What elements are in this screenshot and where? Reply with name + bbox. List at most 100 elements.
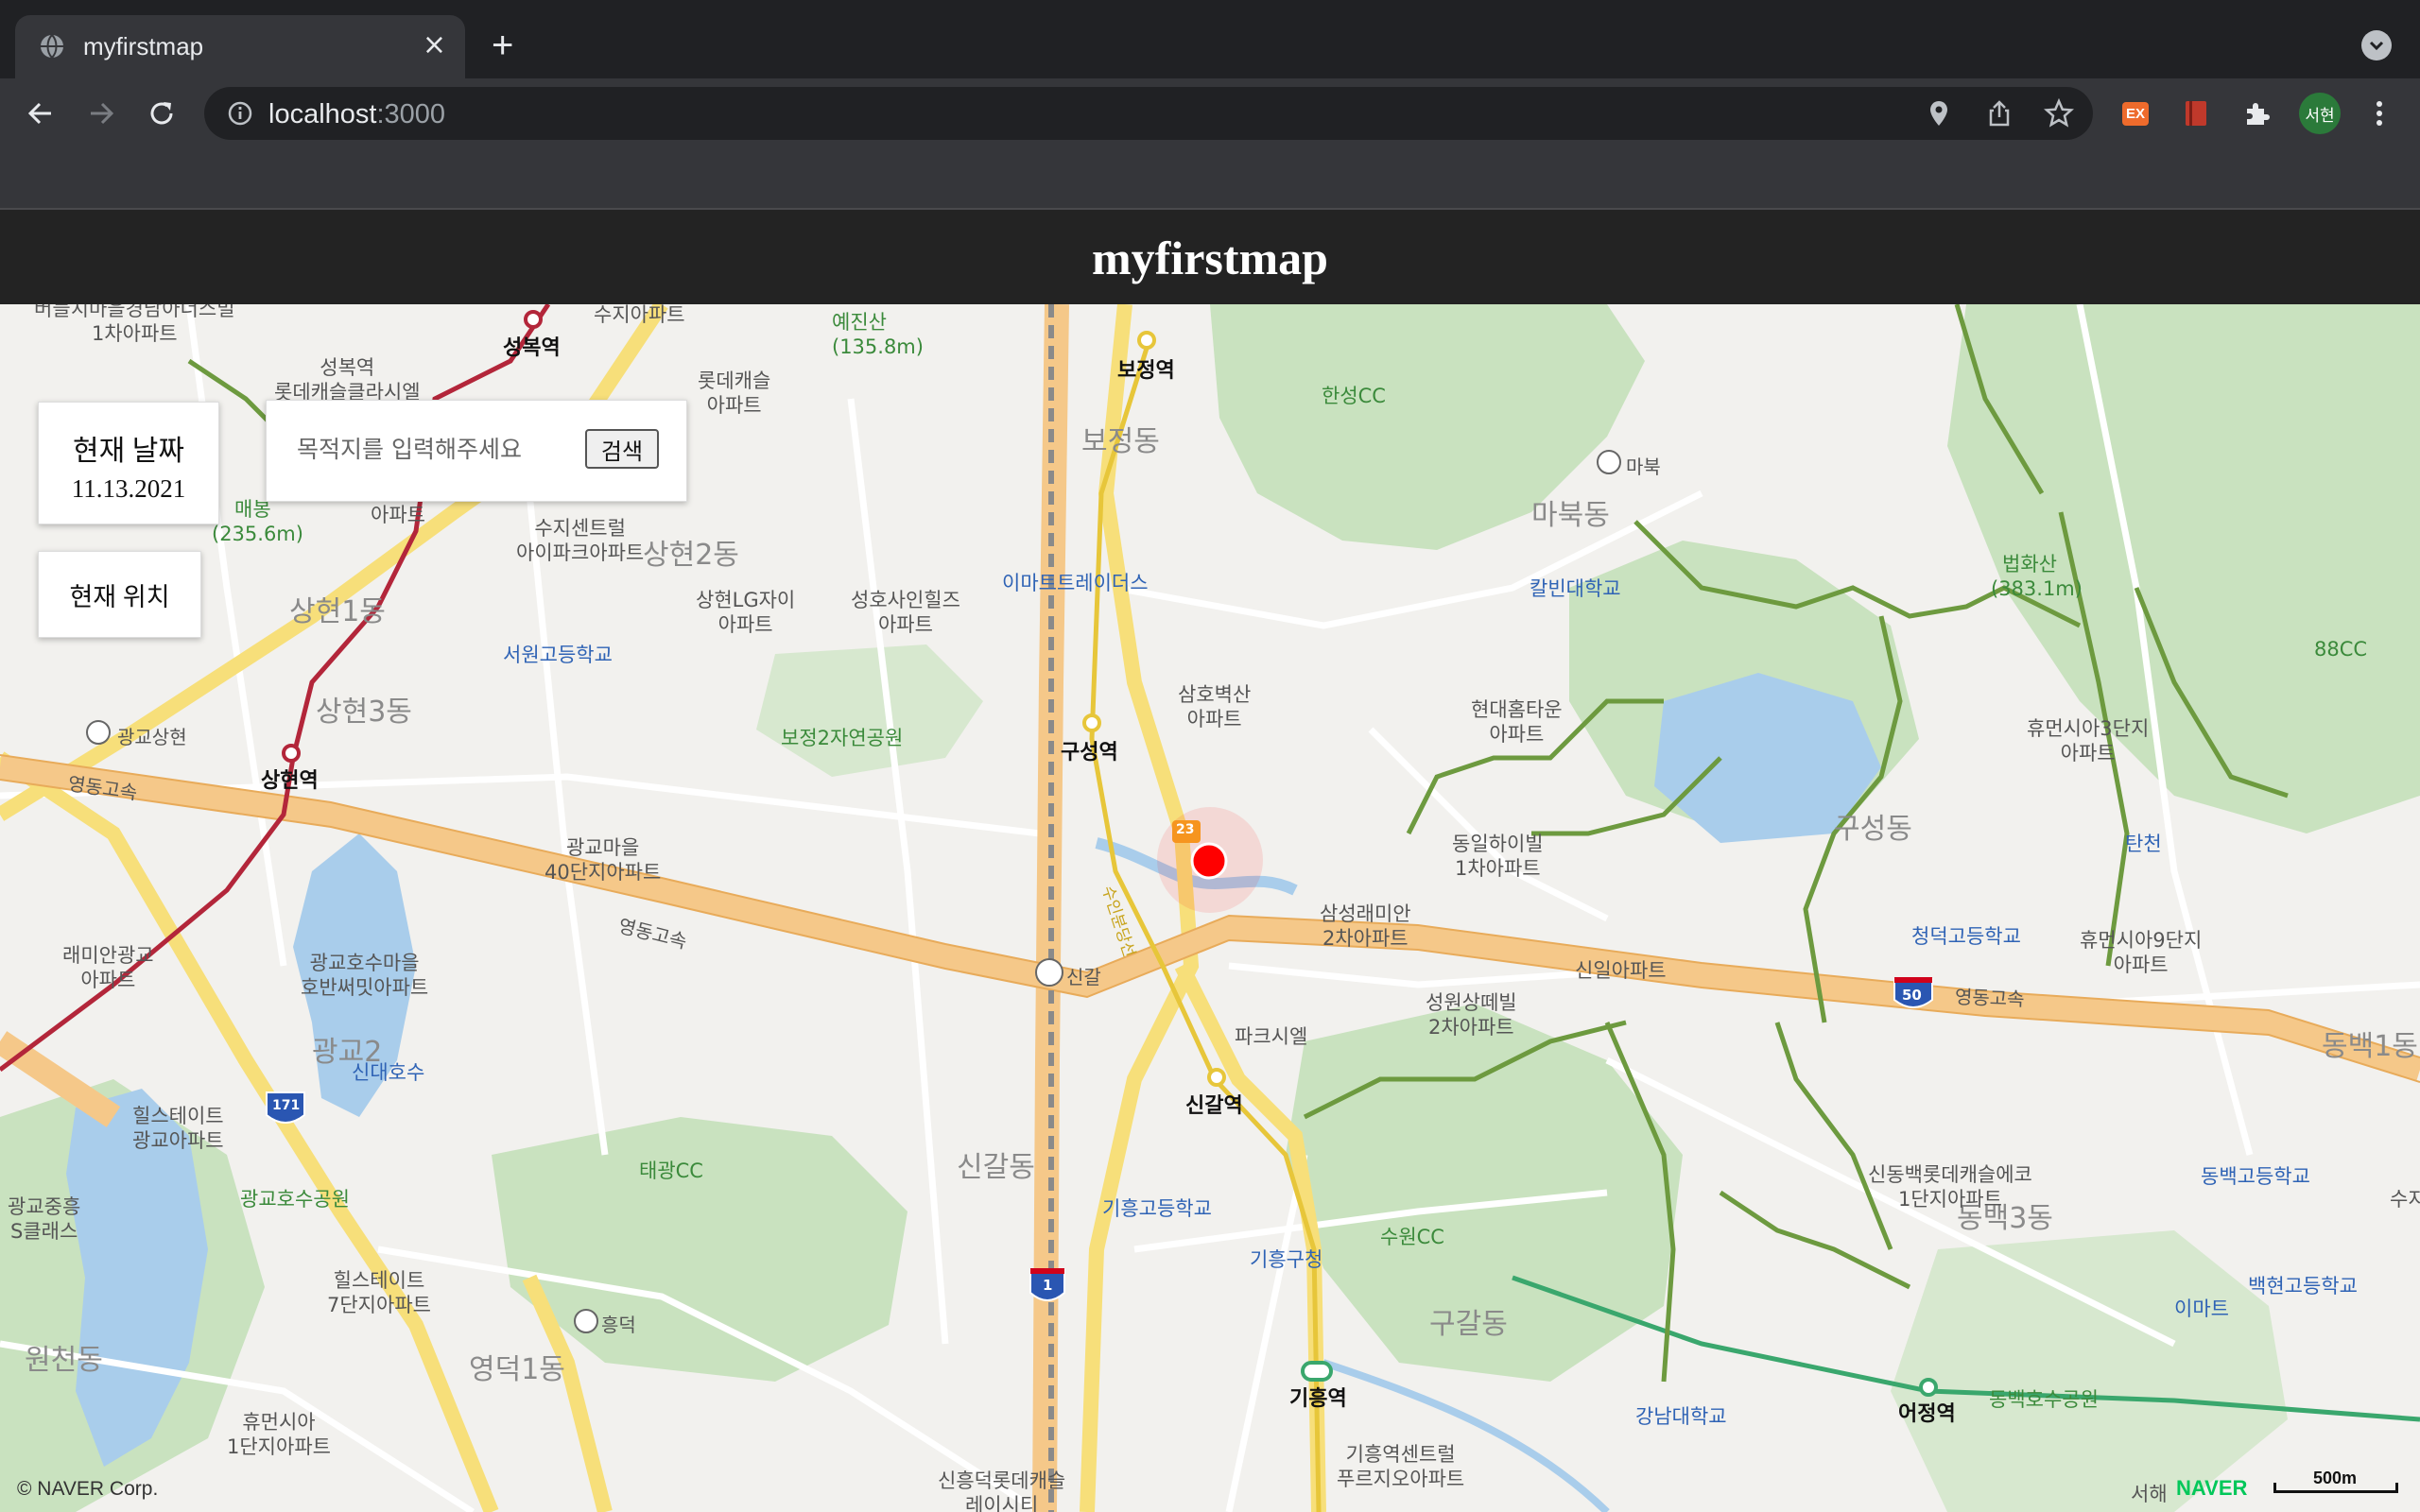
golf-course-label: 수원CC <box>1380 1226 1444 1248</box>
extension-ex-badge: EX <box>2121 101 2149 126</box>
mountain-height: (135.8m) <box>832 335 924 358</box>
bookmark-bar <box>0 148 2420 210</box>
interchange-label: 마북 <box>1626 455 1661 478</box>
apartment-label: 래미안광교 아파트 <box>62 944 154 991</box>
url-port: :3000 <box>376 99 446 129</box>
current-date-card: 현재 날짜 11.13.2021 <box>38 402 219 524</box>
apartment-label: 파크시엘 <box>1235 1025 1308 1048</box>
district-label: 원천동 <box>25 1344 103 1377</box>
address-bar[interactable]: localhost:3000 <box>204 87 2093 140</box>
current-location-button[interactable]: 현재 위치 <box>38 551 201 638</box>
apartment-label: 힐스테이트 광교아파트 <box>132 1105 224 1152</box>
apartment-label: 광교호수마을 호반써밋아파트 <box>301 952 429 999</box>
school-label: 서원고등학교 <box>503 644 613 666</box>
tab-title: myfirstmap <box>83 32 204 60</box>
apartment-label: 휴먼시아9단지 아파트 <box>2080 929 2203 976</box>
puzzle-icon[interactable] <box>2238 95 2274 131</box>
park-label: 동백호수공원 <box>1989 1388 2099 1411</box>
plus-icon[interactable]: + <box>492 26 513 64</box>
book-extension-icon[interactable] <box>2178 95 2214 131</box>
station-label: 신갈역 <box>1185 1094 1243 1118</box>
apartment-label: 롯데캐슬 아파트 <box>698 369 771 417</box>
station-marker-giheung <box>1301 1361 1333 1382</box>
district-label: 구성동 <box>1834 813 1912 846</box>
location-pin-icon[interactable] <box>1925 99 1953 128</box>
station-label: 어정역 <box>1898 1402 1956 1426</box>
district-label: 상현2동 <box>643 539 739 572</box>
destination-input[interactable] <box>295 429 554 469</box>
district-label: 신갈동 <box>957 1151 1035 1184</box>
profile-name: 서현 <box>2305 106 2335 126</box>
school-label: 기흥고등학교 <box>1102 1197 1212 1220</box>
star-icon[interactable] <box>2044 98 2074 129</box>
back-arrow-icon[interactable] <box>19 92 62 135</box>
apartment-label: 삼성래미안 2차아파트 <box>1320 902 1411 950</box>
close-icon[interactable]: × <box>423 28 446 62</box>
apartment-label: 버들치마을경남아너스빌 1차아파트 <box>34 304 235 345</box>
place-label: 수지 <box>2390 1188 2420 1211</box>
station-label: 상현역 <box>261 769 319 793</box>
mountain-label: 법화산 <box>2002 553 2057 576</box>
apartment-label: 수지센트럴 아이파크아파트 <box>516 517 645 564</box>
apartment-label: 동일하이빌 1차아파트 <box>1452 833 1544 880</box>
store-label: 이마트트레이더스 <box>1002 572 1149 594</box>
apartment-label: 성원상떼빌 2차아파트 <box>1426 991 1517 1039</box>
tab-search-icon[interactable] <box>2361 30 2392 60</box>
naver-map[interactable]: 보정동 마북동 상현2동 상현1동 상현3동 구성동 광교2 신갈동 영덕1동 … <box>0 304 2420 1512</box>
apartment-label: 힐스테이트 7단지아파트 <box>327 1269 431 1316</box>
apartment-label: 성호사인힐즈 아파트 <box>851 589 960 636</box>
district-label: 마북동 <box>1531 499 1610 532</box>
profile-avatar[interactable]: 서현 <box>2299 93 2341 134</box>
app-header: myfirstmap <box>0 210 2420 304</box>
apartment-label: 신동백롯데캐슬에코 1단지아파트 <box>1868 1163 2032 1211</box>
junction-label: 신갈 <box>1066 966 1101 988</box>
school-label: 칼빈대학교 <box>1530 577 1621 600</box>
current-date-value: 11.13.2021 <box>71 474 186 503</box>
place-label: 서해 <box>2131 1483 2168 1505</box>
route-number: 171 <box>272 1098 301 1113</box>
river-label: 탄천 <box>2125 833 2162 855</box>
station-label: 보정역 <box>1117 359 1175 383</box>
mountain-label: 예진산 <box>832 311 887 334</box>
forest-area <box>1891 1230 2288 1512</box>
naver-logo[interactable]: NAVER <box>2176 1476 2247 1501</box>
school-label: 청덕고등학교 <box>1911 925 2021 948</box>
page-title: myfirstmap <box>1092 232 1328 284</box>
route-number: 50 <box>1902 987 1922 1004</box>
station-label: 성복역 <box>503 336 561 360</box>
interchange-label: 흥덕 <box>601 1314 636 1336</box>
apartment-label: 신흥덕롯데캐슬 레이시티 <box>938 1469 1066 1512</box>
route-number: 23 <box>1176 822 1195 837</box>
district-label: 영덕1동 <box>469 1353 565 1386</box>
apartment-label: 현대홈타운 아파트 <box>1471 698 1563 746</box>
current-location-marker[interactable] <box>1190 842 1228 880</box>
office-label: 기흥구청 <box>1250 1248 1323 1271</box>
kebab-menu-icon[interactable] <box>2361 95 2397 131</box>
district-label: 동백1동 <box>2322 1030 2418 1063</box>
apartment-label: 상현LG자이 아파트 <box>696 589 796 636</box>
district-label: 상현3동 <box>316 696 412 729</box>
apartment-label: 휴먼시아3단지 아파트 <box>2027 717 2150 765</box>
station-label: 기흥역 <box>1289 1387 1347 1411</box>
apartment-label: 기흥역센트럴 푸르지오아파트 <box>1337 1443 1465 1490</box>
interchange-label: 광교상현 <box>117 726 187 748</box>
info-icon[interactable] <box>227 100 253 127</box>
share-icon[interactable] <box>1985 99 2014 128</box>
url-text: localhost:3000 <box>268 99 445 130</box>
forward-arrow-icon[interactable] <box>79 92 123 135</box>
apartment-label: 성복역 롯데캐슬클라시엘 <box>274 356 421 404</box>
map-copyright: © NAVER Corp. <box>17 1478 159 1500</box>
search-button[interactable]: 검색 <box>585 429 659 469</box>
map-scale-line <box>2273 1483 2398 1493</box>
url-host: localhost <box>268 99 377 129</box>
highway-name-label: 영동고속 <box>1954 985 2025 1011</box>
park-label: 보정2자연공원 <box>781 727 904 749</box>
lake-label: 신대호수 <box>352 1061 425 1084</box>
browser-tab[interactable]: myfirstmap × <box>15 15 465 78</box>
station-label: 구성역 <box>1061 741 1118 765</box>
district-label: 상현1동 <box>289 595 386 628</box>
golf-course-label: 88CC <box>2314 638 2368 661</box>
apartment-label: 삼호벽산 아파트 <box>1178 683 1252 730</box>
reload-icon[interactable] <box>140 92 183 135</box>
extension-ex-icon[interactable]: EX <box>2118 95 2153 131</box>
